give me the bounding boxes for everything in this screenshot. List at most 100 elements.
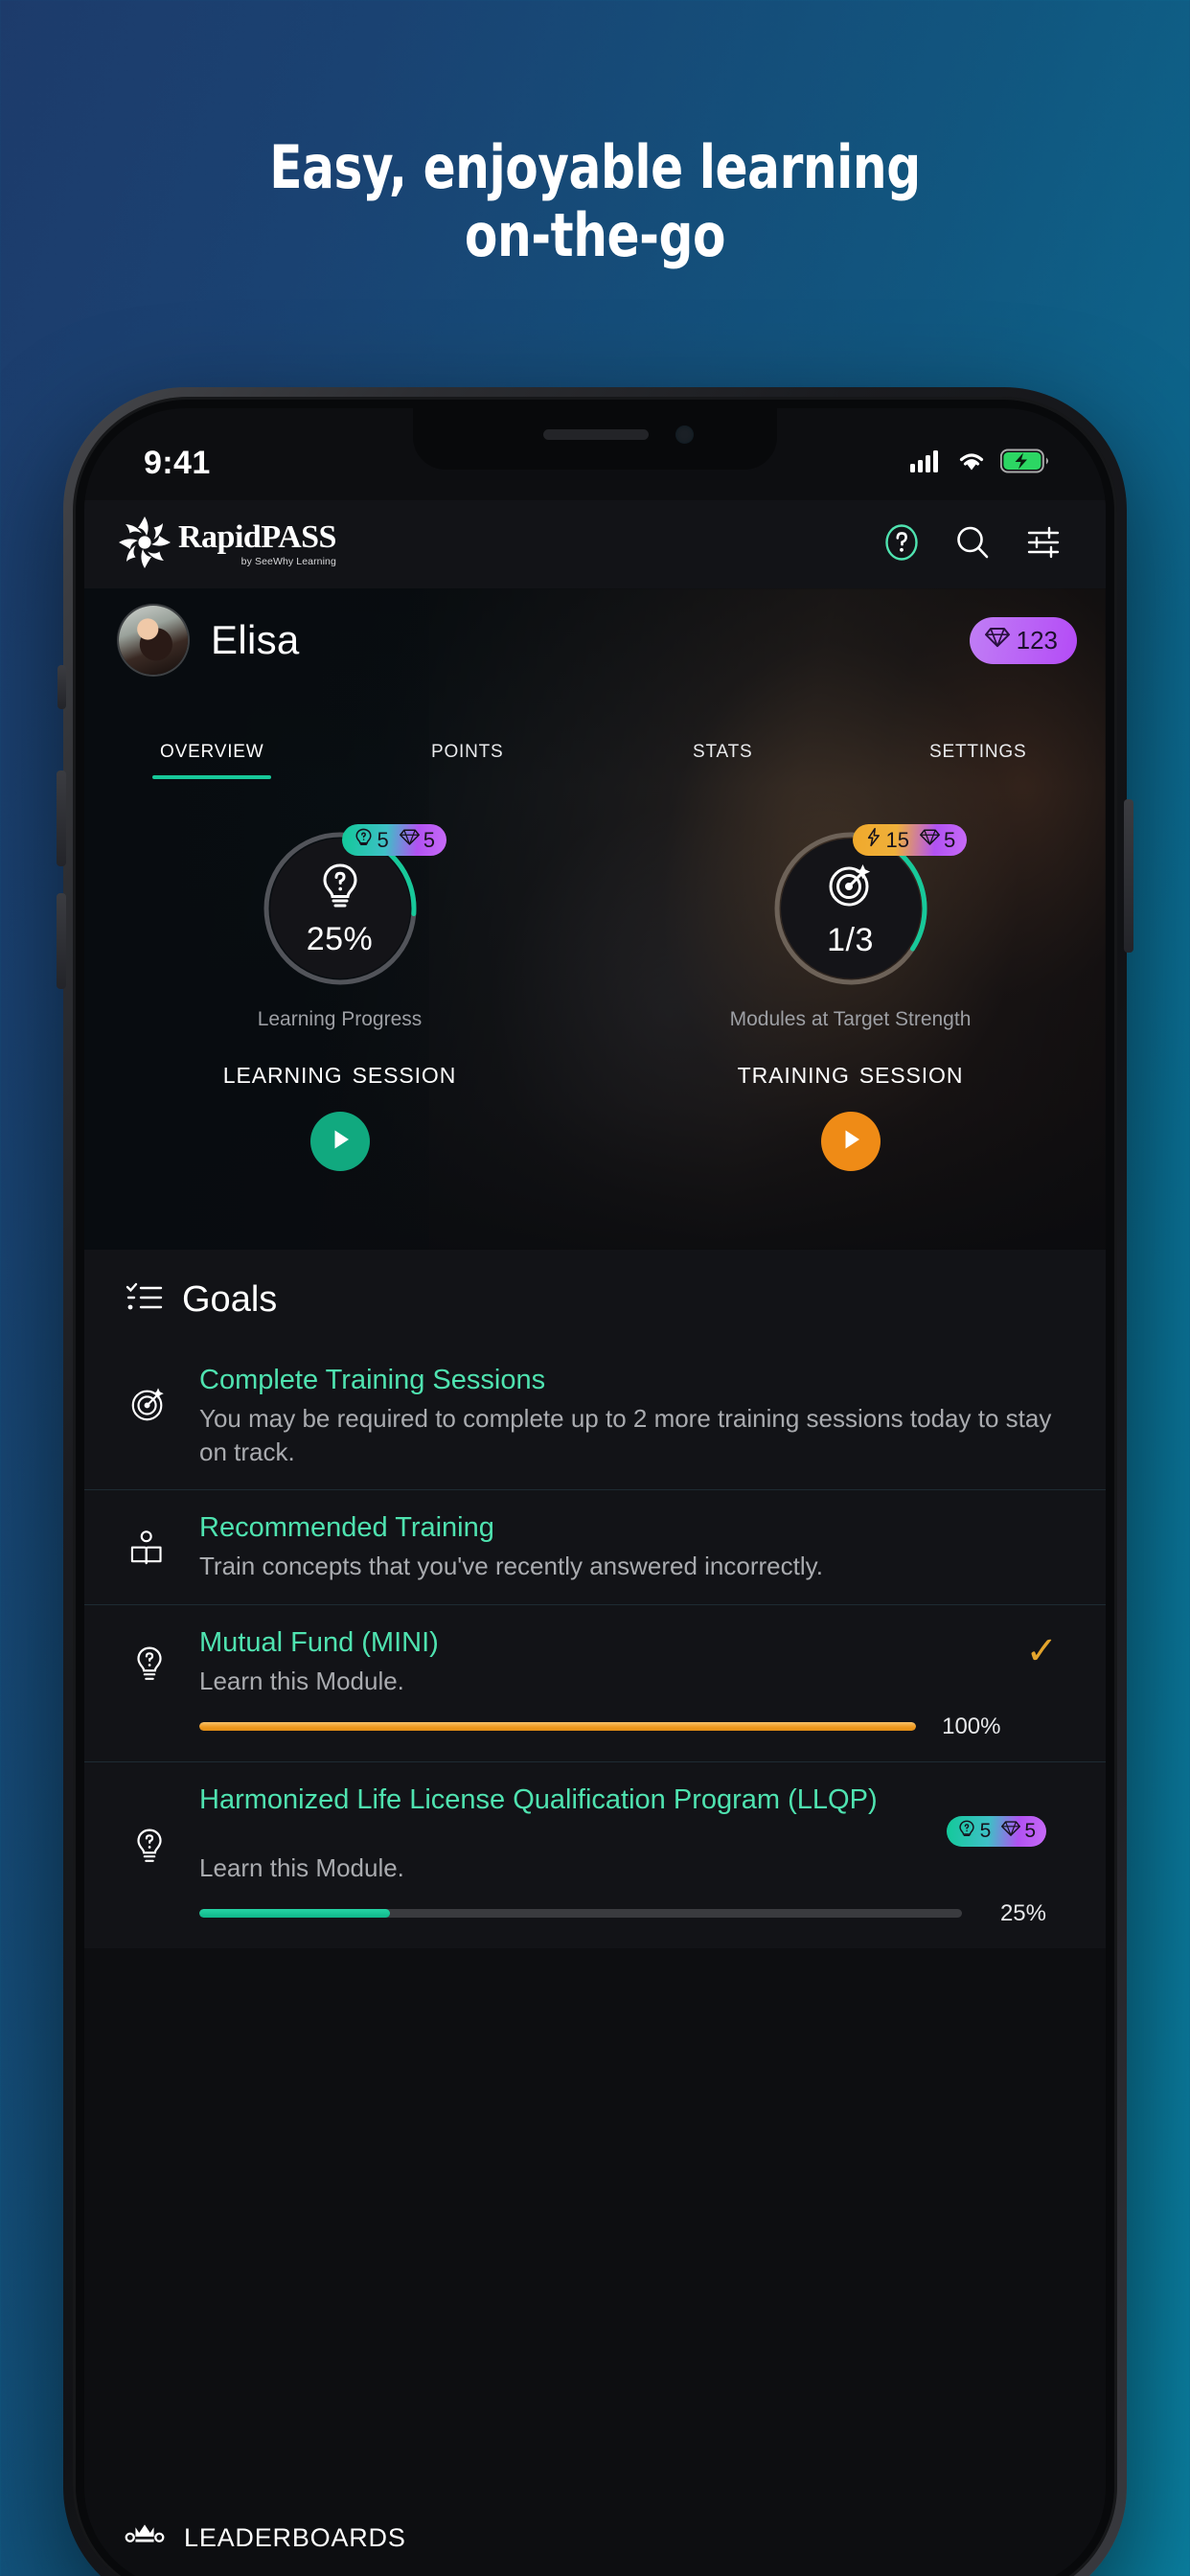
gem-icon [1001, 1819, 1021, 1844]
avatar[interactable] [119, 606, 188, 675]
dashboard-tabs: Overview Points Stats Settings [84, 734, 1106, 793]
goal-rewards-badge: 5 5 [946, 1815, 1046, 1847]
goal-title: Recommended Training [199, 1512, 494, 1544]
dashboard-hero: Elisa 123 Overview Points Stats Settings [84, 588, 1106, 1250]
goal-item[interactable]: Complete Training Sessions You may be re… [84, 1343, 1106, 1489]
learning-session-title: Learning Session [222, 1054, 457, 1090]
training-progress-value: 1/3 [827, 922, 874, 958]
lightbulb-question-icon [125, 1783, 174, 1927]
status-time: 9:41 [144, 444, 211, 481]
phone-screen: 9:41 RapidPASS by SeeWhy Learning Elisa … [84, 408, 1106, 2576]
leaderboard-icon [125, 2513, 165, 2558]
front-camera [675, 426, 694, 444]
app-header: RapidPASS by SeeWhy Learning [84, 500, 1106, 588]
learning-ring-caption: Learning Progress [257, 1008, 423, 1030]
goal-description: Learn this Module. [199, 1666, 404, 1695]
goal-description: You may be required to complete up to 2 … [199, 1403, 1052, 1466]
goal-complete-check-icon: ✓ [1025, 1630, 1058, 1673]
checklist-icon [125, 1278, 163, 1322]
lightbulb-question-icon [354, 827, 374, 853]
power-button [1124, 799, 1133, 953]
headline-line-1: Easy, enjoyable learning [269, 132, 921, 202]
target-icon [824, 858, 878, 916]
goals-list: Complete Training Sessions You may be re… [84, 1343, 1106, 1948]
starburst-logo-icon [117, 515, 172, 575]
play-icon [326, 1125, 355, 1159]
goal-title: Mutual Fund (MINI) [199, 1627, 439, 1659]
goal-item[interactable]: Harmonized Life License Qualification Pr… [84, 1760, 1106, 1948]
device-notch [413, 408, 777, 470]
volume-down-button [57, 893, 66, 989]
gem-count: 123 [1016, 625, 1058, 655]
learning-lightbulb-points: 5 [377, 827, 389, 852]
goal-description: Train concepts that you've recently answ… [199, 1552, 823, 1581]
training-gem-points: 5 [943, 827, 956, 852]
goal-progress-percent: 25% [999, 1899, 1046, 1926]
search-icon[interactable] [952, 522, 993, 567]
learning-gem-points: 5 [423, 827, 435, 852]
goal-gem-points: 5 [1024, 1819, 1036, 1842]
tab-points[interactable]: Points [340, 734, 596, 793]
volume-up-button [57, 770, 66, 866]
lightbulb-question-icon [314, 859, 366, 915]
goals-section: Goals Complete Training Sessions You may… [84, 1250, 1106, 1948]
goal-title: Harmonized Life License Qualification Pr… [199, 1783, 878, 1815]
training-lightning-points: 15 [885, 827, 909, 852]
training-session-title: Training Session [737, 1054, 964, 1090]
goal-item[interactable]: Mutual Fund (MINI) Learn this Module. 10… [84, 1604, 1106, 1761]
lightning-icon [864, 827, 882, 853]
goal-progress-bar [199, 1909, 962, 1919]
leaderboards-title: Leaderboards [184, 2515, 406, 2555]
start-learning-session-button[interactable] [309, 1112, 370, 1171]
goal-progress-fill [199, 1909, 390, 1919]
session-rings: 25% 5 5 Learning Progress learning sessi… [84, 824, 1106, 1171]
goal-lightbulb-points: 5 [979, 1819, 992, 1842]
leaderboards-section[interactable]: Leaderboards [84, 2513, 1106, 2558]
training-rewards-badge: 15 5 [852, 824, 968, 856]
book-reader-icon [125, 1511, 174, 1583]
goal-progress-fill [199, 1722, 917, 1732]
target-icon [125, 1364, 174, 1468]
training-ring-caption: Modules at Target Strength [729, 1008, 972, 1030]
brand-subtitle: by SeeWhy Learning [240, 556, 336, 568]
tab-overview[interactable]: Overview [84, 734, 340, 793]
headline-line-2: on-the-go [464, 199, 726, 270]
training-session-card: 1/3 15 5 Modules at Target Strength trai… [595, 824, 1106, 1171]
goal-progress-row: 25% [199, 1900, 1046, 1927]
marketing-headline: Easy, enjoyable learning on-the-go [59, 132, 1131, 270]
lightbulb-question-icon [125, 1626, 174, 1740]
goal-progress-bar [199, 1722, 917, 1732]
wifi-icon [956, 449, 987, 477]
learning-ring-core: 25% [269, 839, 410, 978]
tab-stats[interactable]: Stats [595, 734, 851, 793]
learning-progress-ring[interactable]: 25% 5 5 [260, 824, 446, 989]
training-ring-core: 1/3 [780, 839, 921, 978]
brand-name: RapidPASS [178, 519, 336, 556]
silent-switch [57, 665, 66, 709]
learning-session-card: 25% 5 5 Learning Progress learning sessi… [84, 824, 595, 1171]
training-progress-ring[interactable]: 1/3 15 5 [770, 824, 968, 989]
learning-rewards-badge: 5 5 [341, 824, 446, 856]
tab-settings[interactable]: Settings [851, 734, 1107, 793]
goals-header: Goals [84, 1278, 1106, 1322]
gem-balance-badge[interactable]: 123 [969, 616, 1077, 664]
profile-row: Elisa 123 [119, 606, 1077, 675]
learning-progress-value: 25% [306, 921, 374, 957]
signal-bars-icon [910, 449, 943, 477]
sliders-icon[interactable] [1023, 522, 1064, 567]
gem-icon [399, 827, 420, 853]
user-name: Elisa [211, 617, 300, 662]
phone-mockup: 9:41 RapidPASS by SeeWhy Learning Elisa … [57, 387, 1133, 2576]
help-circle-icon[interactable] [881, 522, 922, 567]
goal-item[interactable]: Recommended Training Train concepts that… [84, 1489, 1106, 1604]
goal-title: Complete Training Sessions [199, 1365, 546, 1395]
play-icon [836, 1125, 865, 1159]
lightbulb-question-icon [957, 1819, 976, 1844]
goal-progress-percent: 100% [942, 1713, 1001, 1739]
gem-icon [984, 625, 1010, 656]
app-brand: RapidPASS by SeeWhy Learning [117, 515, 336, 575]
goal-description: Learn this Module. [199, 1852, 404, 1882]
start-training-session-button[interactable] [820, 1112, 881, 1171]
earpiece-speaker [543, 429, 649, 440]
goal-progress-row: 100% [199, 1714, 1000, 1740]
